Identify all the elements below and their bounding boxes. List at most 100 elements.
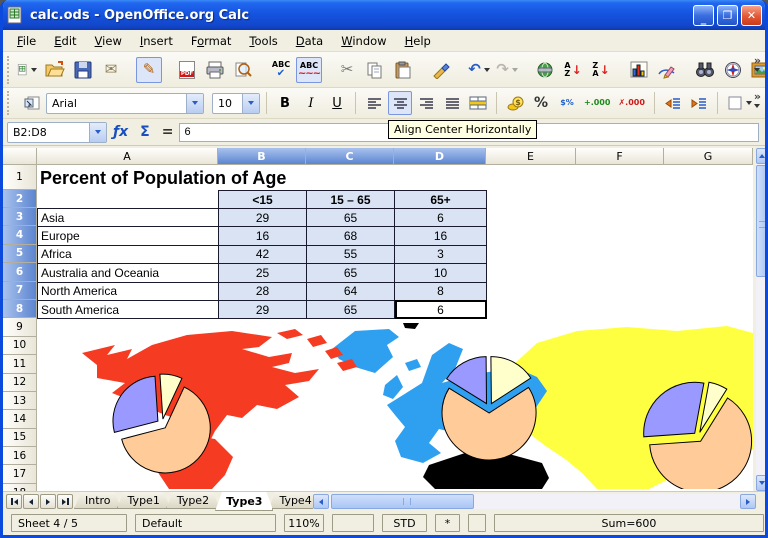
spreadsheet-grid[interactable]: A B C D E F G 1 2 3 4 5 6 7 8 9 10 11 12… bbox=[3, 148, 753, 491]
align-left-button[interactable] bbox=[362, 91, 386, 115]
title-bar[interactable]: calc.ods - OpenOffice.org Calc _ ❐ ✕ bbox=[0, 0, 768, 30]
toolbar-grip[interactable] bbox=[7, 56, 9, 84]
sort-descending-button[interactable]: ZA ↓ bbox=[588, 57, 614, 83]
vertical-scroll-thumb[interactable] bbox=[756, 165, 768, 277]
row-header-5[interactable]: 5 bbox=[3, 245, 37, 263]
minimize-button[interactable]: _ bbox=[693, 5, 714, 26]
row-header-9[interactable]: 9 bbox=[3, 318, 37, 336]
sum-icon[interactable]: Σ bbox=[140, 124, 150, 140]
cell-b3[interactable]: 29 bbox=[219, 209, 307, 227]
cell-d7[interactable]: 8 bbox=[395, 282, 487, 300]
increase-indent-button[interactable] bbox=[687, 91, 711, 115]
cell-c7[interactable]: 64 bbox=[307, 282, 395, 300]
next-sheet-button[interactable] bbox=[40, 494, 56, 509]
cell-c2[interactable]: 15 – 65 bbox=[307, 191, 395, 209]
tab-type3[interactable]: Type3 bbox=[215, 492, 273, 511]
menu-tools[interactable]: Tools bbox=[240, 31, 286, 51]
save-button[interactable] bbox=[70, 57, 96, 83]
cell-d6[interactable]: 10 bbox=[395, 264, 487, 282]
select-all-corner[interactable] bbox=[3, 148, 37, 165]
cell-a7[interactable]: North America bbox=[38, 282, 219, 300]
align-right-button[interactable] bbox=[414, 91, 438, 115]
menu-insert[interactable]: Insert bbox=[131, 31, 182, 51]
horizontal-scroll-thumb[interactable] bbox=[331, 494, 474, 509]
cell-a6[interactable]: Australia and Oceania bbox=[38, 264, 219, 282]
cell-a4[interactable]: Europe bbox=[38, 227, 219, 245]
column-header-a[interactable]: A bbox=[37, 148, 218, 165]
cell-c8[interactable]: 65 bbox=[307, 300, 395, 318]
row-header-18[interactable]: 18 bbox=[3, 484, 37, 491]
column-header-b[interactable]: B bbox=[218, 148, 306, 165]
borders-button[interactable] bbox=[724, 91, 755, 115]
cell-d2[interactable]: 65+ bbox=[395, 191, 487, 209]
cell-c3[interactable]: 65 bbox=[307, 209, 395, 227]
cell-a3[interactable]: Asia bbox=[38, 209, 219, 227]
cell-d5[interactable]: 3 bbox=[395, 245, 487, 263]
italic-button[interactable]: I bbox=[299, 91, 323, 115]
format-paintbrush-button[interactable] bbox=[428, 57, 454, 83]
merge-cells-button[interactable] bbox=[466, 91, 490, 115]
bold-button[interactable]: B bbox=[273, 91, 297, 115]
menu-window[interactable]: Window bbox=[332, 31, 395, 51]
font-size-dropdown[interactable] bbox=[242, 94, 259, 113]
cell-c4[interactable]: 68 bbox=[307, 227, 395, 245]
font-name-dropdown[interactable] bbox=[186, 94, 203, 113]
borders-dropdown-arrow[interactable] bbox=[746, 101, 752, 105]
status-zoom[interactable]: 110% bbox=[284, 514, 324, 532]
align-justify-button[interactable] bbox=[440, 91, 464, 115]
column-header-g[interactable]: G bbox=[664, 148, 753, 165]
menu-format[interactable]: Format bbox=[182, 31, 241, 51]
hyperlink-button[interactable] bbox=[532, 57, 558, 83]
function-wizard-icon[interactable]: ƒx bbox=[113, 124, 128, 140]
column-header-f[interactable]: F bbox=[576, 148, 664, 165]
active-cell-d8[interactable]: 6 bbox=[395, 300, 487, 318]
cell-a5[interactable]: Africa bbox=[38, 245, 219, 263]
toolbar-overflow-button[interactable]: » bbox=[754, 91, 761, 108]
status-selection-mode[interactable]: STD bbox=[382, 514, 427, 532]
row-header-1[interactable]: 1 bbox=[3, 165, 37, 190]
email-button[interactable]: ✉ bbox=[98, 57, 124, 83]
font-name-combo[interactable]: Arial bbox=[46, 93, 204, 114]
row-header-10[interactable]: 10 bbox=[3, 337, 37, 355]
menu-data[interactable]: Data bbox=[287, 31, 332, 51]
vertical-scrollbar[interactable] bbox=[756, 148, 768, 491]
insert-chart-button[interactable] bbox=[626, 57, 652, 83]
first-sheet-button[interactable] bbox=[6, 494, 22, 509]
cell-a2[interactable] bbox=[38, 191, 219, 209]
cell-d4[interactable]: 16 bbox=[395, 227, 487, 245]
copy-button[interactable] bbox=[362, 57, 388, 83]
status-sum[interactable]: Sum=600 bbox=[494, 514, 764, 532]
tab-intro[interactable]: Intro bbox=[74, 492, 122, 509]
column-header-d[interactable]: D bbox=[394, 148, 486, 165]
styles-button[interactable] bbox=[20, 91, 44, 115]
column-header-c[interactable]: C bbox=[306, 148, 394, 165]
align-center-button[interactable] bbox=[388, 91, 412, 115]
new-dropdown-arrow[interactable] bbox=[31, 68, 37, 72]
horizontal-scrollbar[interactable] bbox=[313, 494, 756, 509]
cell-d3[interactable]: 6 bbox=[395, 209, 487, 227]
tab-type1[interactable]: Type1 bbox=[117, 492, 171, 509]
menu-view[interactable]: View bbox=[86, 31, 131, 51]
menu-edit[interactable]: Edit bbox=[45, 31, 85, 51]
standard-format-button[interactable]: $% bbox=[555, 91, 579, 115]
row-header-4[interactable]: 4 bbox=[3, 226, 37, 244]
page-preview-button[interactable] bbox=[230, 57, 256, 83]
menu-file[interactable]: File bbox=[8, 31, 45, 51]
row-header-13[interactable]: 13 bbox=[3, 392, 37, 410]
previous-sheet-button[interactable] bbox=[23, 494, 39, 509]
draw-functions-button[interactable] bbox=[654, 57, 680, 83]
status-modified-flag[interactable]: * bbox=[435, 514, 460, 532]
sort-ascending-button[interactable]: AZ ↓ bbox=[560, 57, 586, 83]
row-header-8[interactable]: 8 bbox=[3, 300, 37, 318]
percent-format-button[interactable]: % bbox=[529, 91, 553, 115]
scroll-left-button[interactable] bbox=[313, 494, 329, 509]
status-sheet-position[interactable]: Sheet 4 / 5 bbox=[11, 514, 127, 532]
row-header-16[interactable]: 16 bbox=[3, 447, 37, 465]
cell-b7[interactable]: 28 bbox=[219, 282, 307, 300]
equals-icon[interactable]: = bbox=[162, 124, 174, 140]
row-header-2[interactable]: 2 bbox=[3, 190, 37, 208]
currency-format-button[interactable]: $ bbox=[503, 91, 527, 115]
cell-b4[interactable]: 16 bbox=[219, 227, 307, 245]
open-button[interactable] bbox=[42, 57, 68, 83]
undo-button[interactable]: ↶ bbox=[466, 57, 492, 83]
